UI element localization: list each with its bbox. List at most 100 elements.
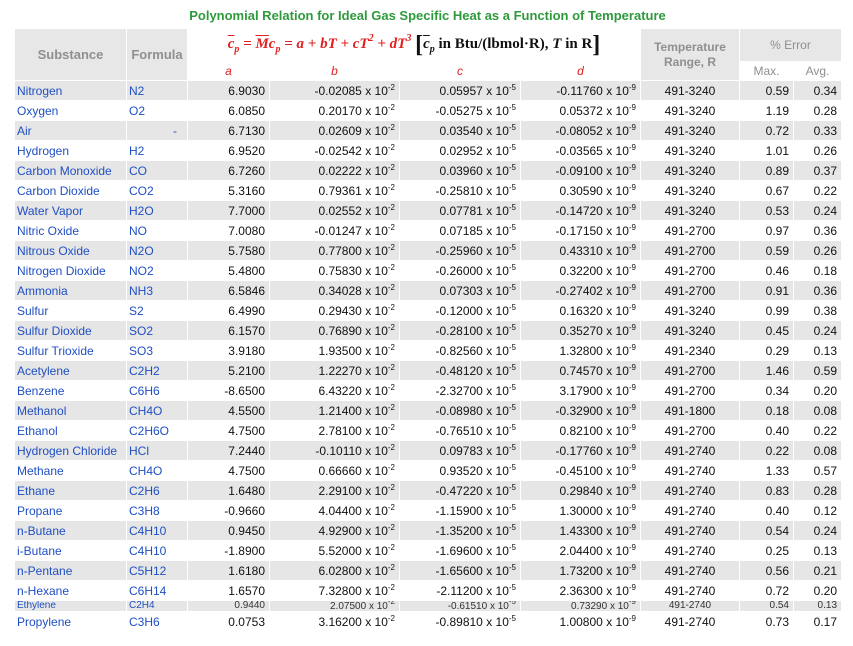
substance-cell: Ammonia xyxy=(14,280,127,301)
formula-cell: C2H2 xyxy=(126,360,188,381)
coef-b-cell: -0.02085 x 10-2 xyxy=(269,80,400,101)
coef-b-cell: 0.20170 x 10-2 xyxy=(269,100,400,121)
formula-header: Formula xyxy=(126,28,188,81)
max-error-cell: 0.45 xyxy=(739,320,794,341)
temperature-range-cell: 491-2740 xyxy=(640,611,740,632)
coef-a-cell: 5.4800 xyxy=(187,260,270,281)
coef-b-cell: -0.01247 x 10-2 xyxy=(269,220,400,241)
coef-b-cell: 6.02800 x 10-2 xyxy=(269,560,400,581)
table-row: n-Butane C4H10 0.9450 4.92900 x 10-2 -1.3520… xyxy=(14,520,843,541)
table-row: Sulfur Trioxide SO3 3.9180 1.93500 x 10-2 -0… xyxy=(14,340,843,361)
coef-c-cell: -1.15900 x 10-5 xyxy=(399,500,521,521)
max-error-cell: 0.34 xyxy=(739,380,794,401)
coef-c-cell: 0.03960 x 10-5 xyxy=(399,160,521,181)
avg-error-cell: 0.59 xyxy=(792,360,843,381)
formula-cell: C4H10 xyxy=(126,540,188,561)
coef-a-cell: -8.6500 xyxy=(187,380,270,401)
avg-error-cell: 0.22 xyxy=(792,420,843,441)
temperature-range-cell: 491-3240 xyxy=(640,100,740,121)
max-error-cell: 0.89 xyxy=(739,160,794,181)
table-row: Ammonia NH3 6.5846 0.34028 x 10-2 0.07303 x … xyxy=(14,280,843,301)
table-row: Sulfur S2 6.4990 0.29430 x 10-2 -0.12000 x 1… xyxy=(14,300,843,321)
equation-header: cp = Mcp = a + bT + cT2 + dT3 [cp in Btu… xyxy=(187,28,641,62)
max-error-cell: 0.29 xyxy=(739,340,794,361)
avg-error-cell: 0.26 xyxy=(792,240,843,261)
coef-b-cell: 2.78100 x 10-2 xyxy=(269,420,400,441)
coef-c-cell: -1.35200 x 10-5 xyxy=(399,520,521,541)
coef-a-cell: 1.6480 xyxy=(187,480,270,501)
avg-error-cell: 0.13 xyxy=(792,340,843,361)
coef-d-cell: 1.73200 x 10-9 xyxy=(520,560,641,581)
coef-c-cell: -0.47220 x 10-5 xyxy=(399,480,521,501)
coef-d-cell: 2.04400 x 10-9 xyxy=(520,540,641,561)
max-error-cell: 0.56 xyxy=(739,560,794,581)
page: Polynomial Relation for Ideal Gas Specif… xyxy=(0,0,853,646)
coef-b-cell: 1.93500 x 10-2 xyxy=(269,340,400,361)
table-row: Nitrous Oxide N2O 5.7580 0.77800 x 10-2 -0.2… xyxy=(14,240,843,261)
substance-cell: Air xyxy=(14,120,127,141)
coef-d-cell: 1.30000 x 10-9 xyxy=(520,500,641,521)
avg-error-cell: 0.21 xyxy=(792,560,843,581)
coef-c-cell: 0.93520 x 10-5 xyxy=(399,460,521,481)
table-row: Ethylene C2H4 0.9440 2.07500 x 10-2 -0.61510… xyxy=(14,600,843,612)
coef-a-cell: 4.5500 xyxy=(187,400,270,421)
coef-a-cell: 1.6570 xyxy=(187,580,270,601)
coef-a-cell: 0.9450 xyxy=(187,520,270,541)
temperature-range-cell: 491-3240 xyxy=(640,300,740,321)
coef-b-cell: 2.29100 x 10-2 xyxy=(269,480,400,501)
coef-a-cell: 6.9520 xyxy=(187,140,270,161)
max-error-cell: 0.59 xyxy=(739,80,794,101)
coef-d-cell: -0.17760 x 10-9 xyxy=(520,440,641,461)
max-error-cell: 0.54 xyxy=(739,600,794,612)
coef-d-cell: -0.45100 x 10-9 xyxy=(520,460,641,481)
avg-error-cell: 0.08 xyxy=(792,440,843,461)
substance-cell: n-Hexane xyxy=(14,580,127,601)
temperature-range-cell: 491-2700 xyxy=(640,420,740,441)
coef-b-cell: 0.79361 x 10-2 xyxy=(269,180,400,201)
coef-d-cell: 1.43300 x 10-9 xyxy=(520,520,641,541)
table-row: Methane CH4O 4.7500 0.66660 x 10-2 0.93520 x… xyxy=(14,460,843,481)
coef-b-cell: 1.21400 x 10-2 xyxy=(269,400,400,421)
avg-error-cell: 0.20 xyxy=(792,580,843,601)
temperature-range-cell: 491-2740 xyxy=(640,480,740,501)
avg-error-cell: 0.36 xyxy=(792,220,843,241)
coef-d-cell: -0.32900 x 10-9 xyxy=(520,400,641,421)
temperature-range-header: Temperature Range, R xyxy=(640,28,740,81)
temperature-range-cell: 491-2740 xyxy=(640,520,740,541)
coef-a-cell: 3.9180 xyxy=(187,340,270,361)
avg-error-cell: 0.18 xyxy=(792,260,843,281)
formula-cell: C6H6 xyxy=(126,380,188,401)
avg-error-cell: 0.36 xyxy=(792,280,843,301)
avg-error-cell: 0.24 xyxy=(792,200,843,221)
col-a-header: a xyxy=(187,61,270,81)
coef-a-cell: 6.9030 xyxy=(187,80,270,101)
coef-c-cell: -1.69600 x 10-5 xyxy=(399,540,521,561)
coef-a-cell: -1.8900 xyxy=(187,540,270,561)
formula-cell: SO3 xyxy=(126,340,188,361)
max-error-cell: 0.53 xyxy=(739,200,794,221)
avg-error-header: Avg. xyxy=(792,61,843,81)
coef-c-cell: -0.12000 x 10-5 xyxy=(399,300,521,321)
coef-d-cell: 3.17900 x 10-9 xyxy=(520,380,641,401)
temperature-range-cell: 491-2700 xyxy=(640,240,740,261)
coef-c-cell: 0.09783 x 10-5 xyxy=(399,440,521,461)
coef-a-cell: 7.0080 xyxy=(187,220,270,241)
pct-error-header: % Error xyxy=(738,28,843,62)
coef-b-cell: 0.02222 x 10-2 xyxy=(269,160,400,181)
coef-b-cell: 4.04400 x 10-2 xyxy=(269,500,400,521)
temperature-range-cell: 491-2740 xyxy=(640,560,740,581)
substance-cell: Nitrous Oxide xyxy=(14,240,127,261)
temperature-range-cell: 491-3240 xyxy=(640,140,740,161)
substance-cell: Nitric Oxide xyxy=(14,220,127,241)
coef-a-cell: -0.9660 xyxy=(187,500,270,521)
substance-cell: n-Pentane xyxy=(14,560,127,581)
coef-c-cell: -0.28100 x 10-5 xyxy=(399,320,521,341)
avg-error-cell: 0.57 xyxy=(792,460,843,481)
coef-d-cell: 0.82100 x 10-9 xyxy=(520,420,641,441)
substance-cell: Acetylene xyxy=(14,360,127,381)
formula-cell: C6H14 xyxy=(126,580,188,601)
coef-d-cell: -0.03565 x 10-9 xyxy=(520,140,641,161)
coef-d-cell: -0.11760 x 10-9 xyxy=(520,80,641,101)
temperature-range-cell: 491-2340 xyxy=(640,340,740,361)
table-row: Air -6.7130 0.02609 x 10-2 0.03540 x 10-5 -0… xyxy=(14,120,843,141)
